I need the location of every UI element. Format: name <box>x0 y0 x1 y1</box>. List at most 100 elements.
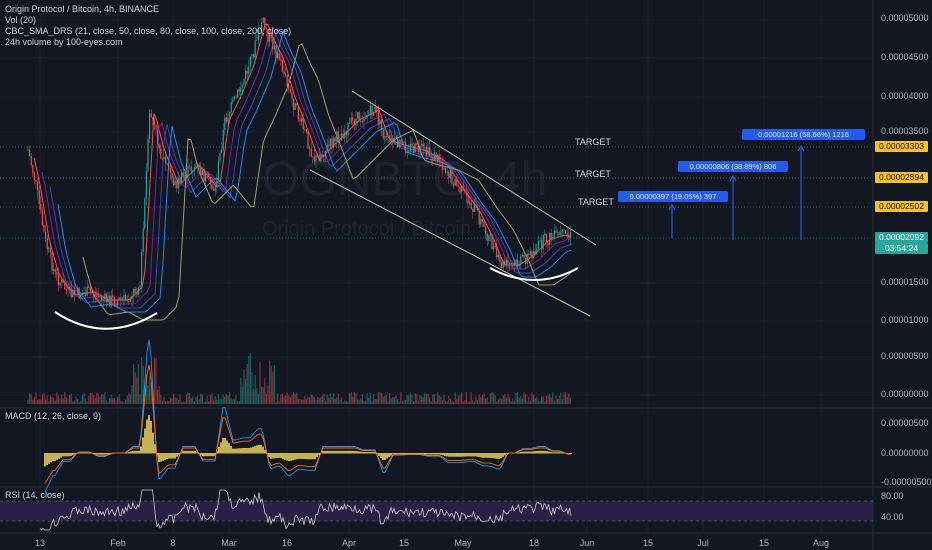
candle-body <box>205 173 207 182</box>
macd-histogram-bar <box>470 453 472 457</box>
volume-bar <box>457 395 459 404</box>
measure-box-3[interactable]: 0.00001216 (58.66%) 1216 <box>742 129 865 140</box>
macd-histogram-bar <box>282 453 284 460</box>
candle-body <box>189 166 191 167</box>
volume-bar <box>38 399 40 404</box>
macd-histogram-bar <box>248 447 250 454</box>
volume-bar <box>328 397 330 404</box>
volume-bar <box>257 393 259 404</box>
volume-bar <box>305 399 307 404</box>
candle-body <box>541 240 543 250</box>
candle-body <box>81 292 83 296</box>
candle-body <box>85 292 87 296</box>
legend-vol[interactable]: Vol (20) <box>5 15 291 26</box>
candle-body <box>510 263 512 264</box>
candle-body <box>288 85 290 90</box>
volume-bar <box>361 393 363 404</box>
candle-body <box>232 99 234 103</box>
macd-histogram-bar <box>380 453 382 459</box>
candle-body <box>206 173 208 175</box>
arc-left[interactable] <box>54 311 158 330</box>
candle-body <box>179 177 181 184</box>
volume-bar <box>235 395 237 404</box>
macd-histogram-bar <box>278 453 280 458</box>
candle-body <box>553 230 555 237</box>
macd-histogram-bar <box>536 450 538 454</box>
candle-body <box>230 102 232 113</box>
volume-bar <box>408 395 410 404</box>
volume-bar <box>155 358 157 404</box>
candle-body <box>297 105 299 120</box>
volume-bar <box>453 401 455 404</box>
volume-bar <box>443 395 445 404</box>
volume-bar <box>304 395 306 404</box>
macd-histogram-bar <box>72 453 74 456</box>
candle-body <box>144 198 146 229</box>
volume-bar <box>486 397 488 404</box>
volume-bar <box>104 392 106 404</box>
volume-bar <box>541 396 543 404</box>
volume-bar <box>27 399 29 404</box>
candle-body <box>48 248 50 250</box>
macd-histogram-bar <box>390 453 392 456</box>
candle-body <box>166 163 168 165</box>
macd-histogram-bar <box>148 415 150 454</box>
candle-body <box>382 129 384 139</box>
legend-sma[interactable]: CBC_SMA_DRS (21, close, 50, close, 80, c… <box>5 26 291 37</box>
volume-bar <box>384 395 386 404</box>
macd-title[interactable]: MACD (12, 26, close, 9) <box>5 411 101 421</box>
candle-body <box>38 190 40 205</box>
macd-histogram-bar <box>394 453 396 455</box>
candle-body <box>29 149 31 157</box>
candle-body <box>302 117 304 130</box>
volume-bar <box>101 394 103 404</box>
candle-body <box>96 294 98 296</box>
candle-body <box>45 231 47 239</box>
candle-body <box>529 251 531 255</box>
legend-volume24h[interactable]: 24h volume by 100-eyes.com <box>5 37 291 48</box>
volume-bar <box>99 396 101 404</box>
volume-bar <box>333 393 335 404</box>
candle-body <box>165 156 167 164</box>
measure-box-2[interactable]: 0.00000806 (38.89%) 806 <box>678 161 788 172</box>
macd-histogram-bar <box>442 453 444 456</box>
macd-histogram-bar <box>54 453 56 462</box>
volume-bar <box>177 399 179 404</box>
volume-bar <box>33 397 35 404</box>
candle-body <box>27 149 29 151</box>
volume-bar <box>485 398 487 404</box>
candle-body <box>555 230 557 233</box>
macd-histogram-bar <box>542 450 544 454</box>
candle-body <box>238 89 240 92</box>
legend-title[interactable]: Origin Protocol / Bitcoin, 4h, BINANCE <box>5 4 291 15</box>
volume-bar <box>182 401 184 404</box>
volume-bar <box>318 397 320 404</box>
measure-box-1[interactable]: 0.00000397 (19.05%) 397 <box>618 191 728 202</box>
macd-histogram-bar <box>136 450 138 454</box>
candle-body <box>328 144 330 147</box>
chart-canvas[interactable] <box>0 0 932 550</box>
rsi-pane <box>0 489 873 531</box>
volume-bar <box>395 396 397 404</box>
volume-bar <box>520 396 522 404</box>
macd-histogram-bar <box>540 450 542 454</box>
candle-body <box>56 271 58 275</box>
macd-histogram-bar <box>356 451 358 454</box>
macd-histogram-bar <box>486 453 488 458</box>
volume-bar <box>185 394 187 404</box>
candle-body <box>384 136 386 139</box>
candle-body <box>195 165 197 167</box>
candle-body <box>169 168 171 174</box>
volume-bar <box>129 394 131 404</box>
candle-body <box>278 53 280 60</box>
volume-bar <box>40 399 42 404</box>
candle-body <box>142 228 144 252</box>
volume-bar <box>253 388 255 404</box>
volume-bar <box>179 394 181 404</box>
macd-histogram-bar <box>366 451 368 454</box>
macd-histogram-bar <box>548 451 550 454</box>
candle-body <box>512 262 514 264</box>
candle-body <box>483 221 485 228</box>
candle-body <box>233 96 235 100</box>
rsi-title[interactable]: RSI (14, close) <box>5 490 65 500</box>
